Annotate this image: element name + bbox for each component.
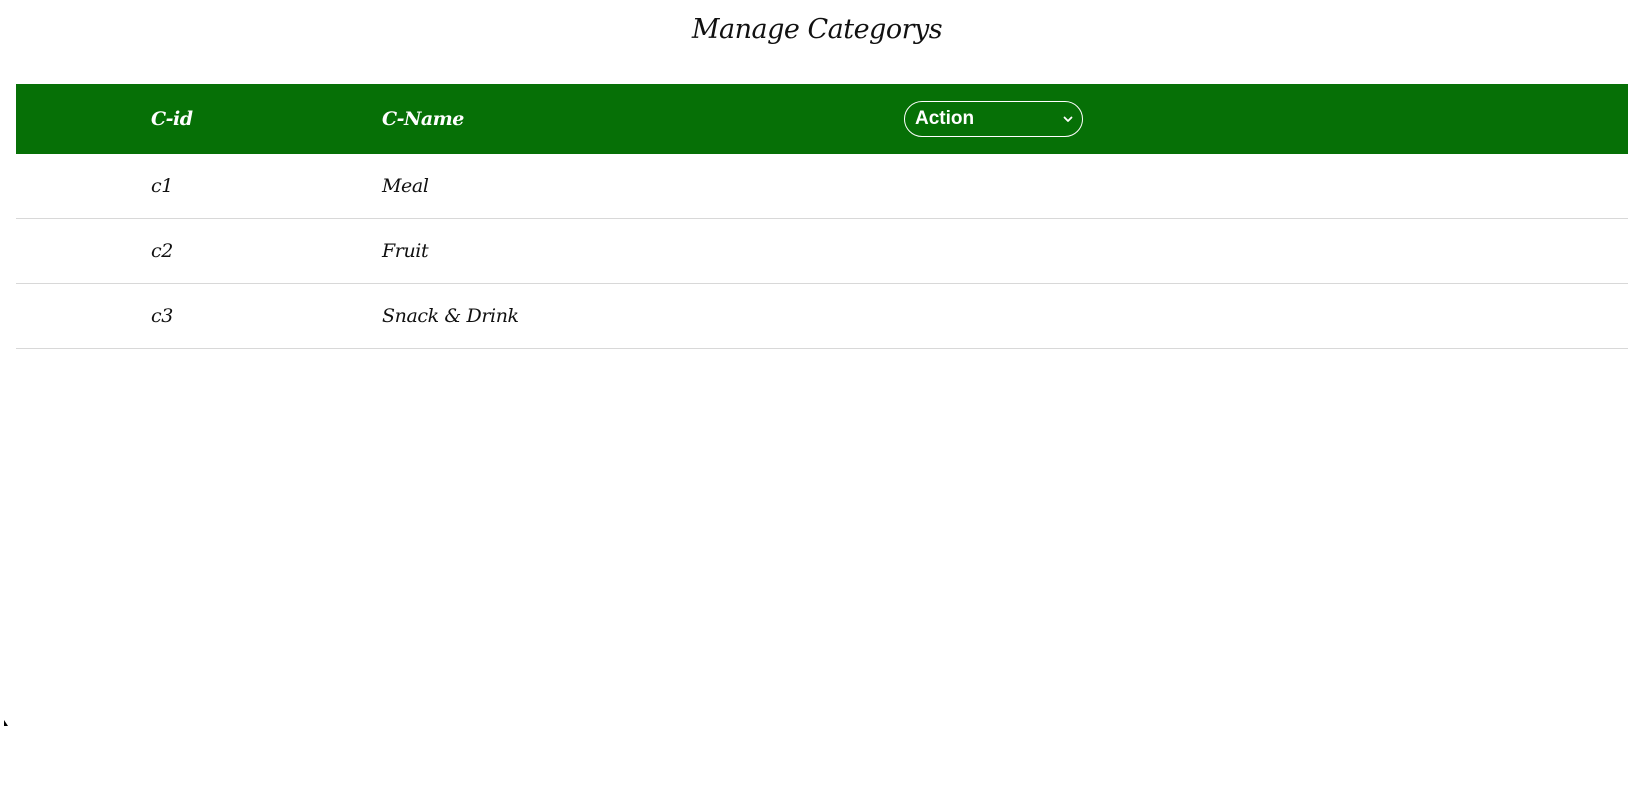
action-select[interactable]: Action	[904, 101, 1083, 137]
row-spacer	[16, 218, 151, 284]
table-row: c1 Meal	[16, 154, 1628, 219]
table-row: c2 Fruit	[16, 218, 1628, 284]
chevron-down-icon	[1063, 116, 1073, 122]
header-spacer	[16, 84, 151, 154]
header-c-id: C-id	[151, 108, 193, 130]
page-title: Manage Categorys	[691, 14, 943, 45]
action-select-label: Action	[915, 108, 975, 129]
cell-c-id: c1	[151, 154, 382, 219]
cell-action	[904, 218, 1628, 284]
table-header-row: C-id C-Name Action	[16, 84, 1628, 154]
table-body: c1 Meal c2 Fruit c3 Snack & Drink	[16, 154, 1628, 349]
cursor-fragment-icon	[4, 720, 8, 726]
table-header: C-id C-Name Action	[16, 84, 1628, 154]
table-row: c3 Snack & Drink	[16, 283, 1628, 349]
row-spacer	[16, 154, 151, 219]
cell-c-id: c3	[151, 283, 382, 349]
header-action: Action	[904, 84, 1628, 154]
categories-table-container: C-id C-Name Action c1 Meal c2 Fruit c3 S…	[16, 84, 1628, 349]
cell-c-id: c2	[151, 218, 382, 284]
categories-table: C-id C-Name Action c1 Meal c2 Fruit c3 S…	[16, 84, 1628, 349]
cell-c-name: Meal	[382, 154, 904, 219]
header-c-name: C-Name	[382, 108, 464, 130]
row-spacer	[16, 283, 151, 349]
cell-action	[904, 154, 1628, 219]
cell-action	[904, 283, 1628, 349]
cell-c-name: Snack & Drink	[382, 283, 904, 349]
cell-c-name: Fruit	[382, 218, 904, 284]
